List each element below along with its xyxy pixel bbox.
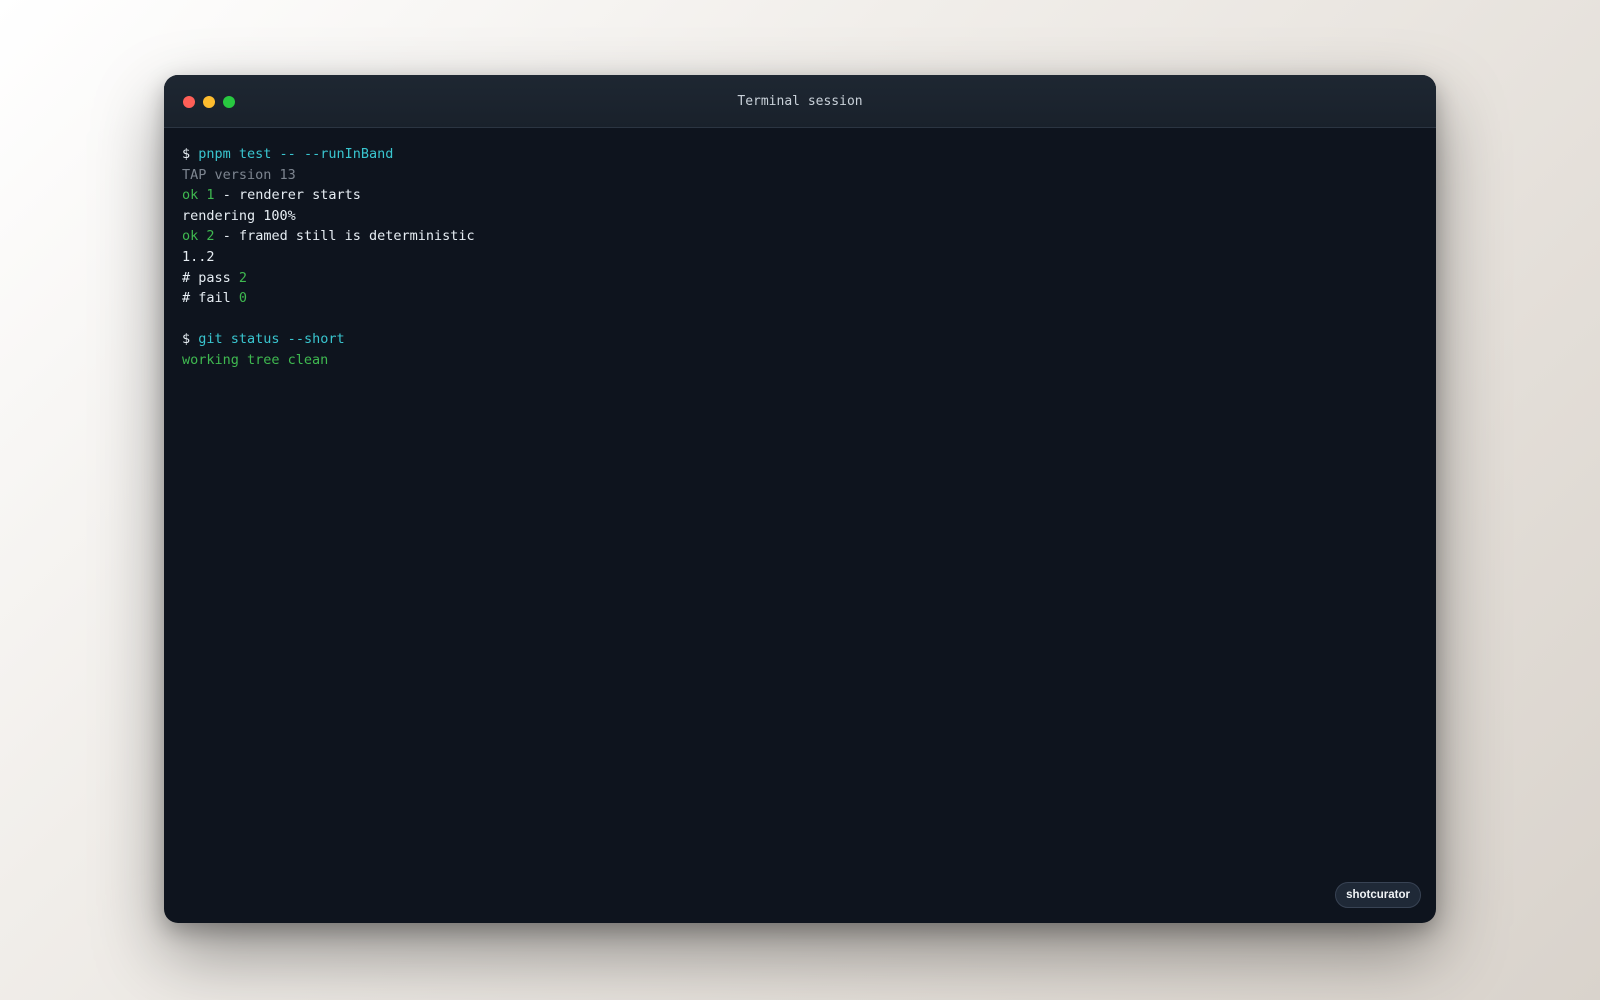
- test-description: - framed still is deterministic: [222, 228, 475, 245]
- prompt-symbol: $: [182, 331, 191, 348]
- test-status: ok: [182, 187, 199, 204]
- terminal-line: $ pnpm test -- --runInBand: [182, 144, 1418, 165]
- summary-label: # fail: [182, 290, 231, 307]
- summary-value: 0: [238, 290, 248, 307]
- terminal-line: ok 2 - framed still is deterministic: [182, 226, 1418, 247]
- summary-label: # pass: [182, 269, 231, 286]
- terminal-line: rendering 100%: [182, 207, 296, 224]
- title-bar: Terminal session: [164, 75, 1436, 128]
- test-status: ok: [182, 228, 199, 245]
- command-text: pnpm test -- --runInBand: [198, 146, 394, 162]
- terminal-window: Terminal session $ pnpm test -- --runInB…: [164, 75, 1436, 923]
- terminal-line: # pass 2: [182, 268, 1418, 289]
- test-description: - renderer starts: [222, 187, 361, 204]
- terminal-line: # fail 0: [182, 288, 1418, 309]
- prompt-symbol: $: [182, 146, 191, 162]
- terminal-line: TAP version 13: [182, 166, 296, 183]
- terminal-line: 1..2: [182, 248, 215, 265]
- test-number: 1: [206, 187, 215, 204]
- terminal-line: $ git status --short: [182, 329, 1418, 350]
- command-text: git status --short: [198, 331, 345, 348]
- terminal-output[interactable]: $ pnpm test -- --runInBand TAP version 1…: [164, 128, 1436, 387]
- watermark-badge: shotcurator: [1335, 882, 1421, 908]
- test-number: 2: [206, 228, 215, 245]
- terminal-line: working tree clean: [182, 351, 329, 368]
- terminal-line: ok 1 - renderer starts: [182, 185, 1418, 206]
- window-title: Terminal session: [737, 94, 863, 109]
- summary-value: 2: [238, 269, 248, 286]
